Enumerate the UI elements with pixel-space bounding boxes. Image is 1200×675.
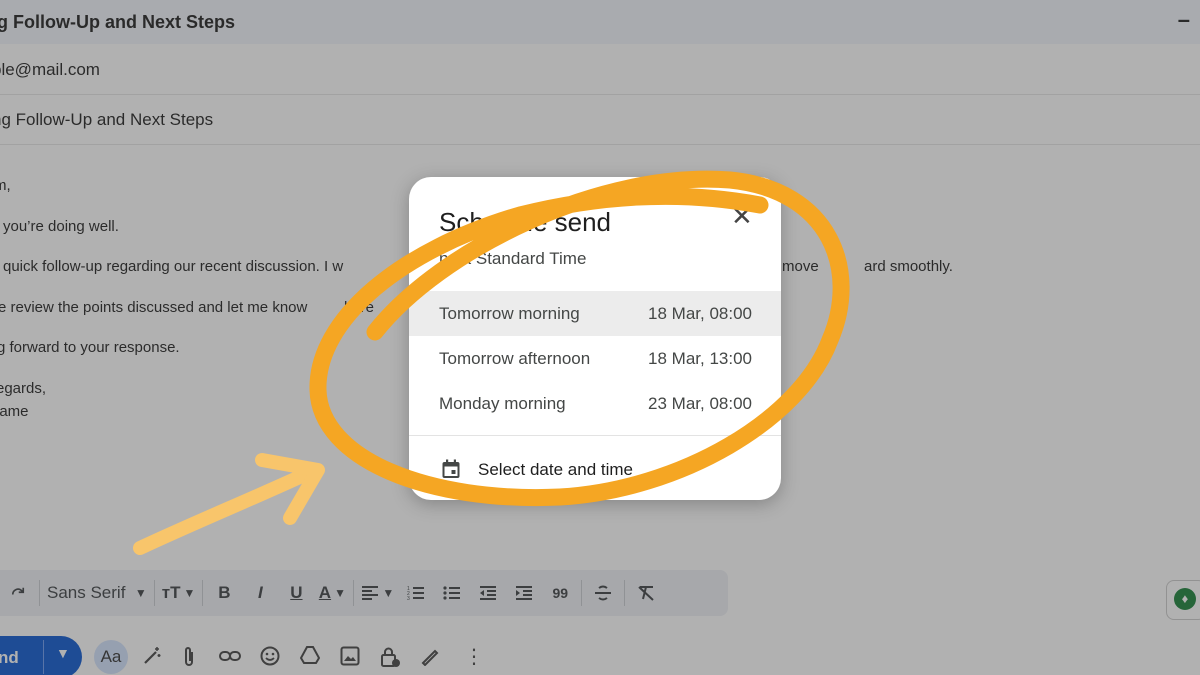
schedule-option-tomorrow-morning[interactable]: Tomorrow morning 18 Mar, 08:00 xyxy=(409,291,781,336)
schedule-option-monday-morning[interactable]: Monday morning 23 Mar, 08:00 xyxy=(409,381,781,426)
schedule-options-list: Tomorrow morning 18 Mar, 08:00 Tomorrow … xyxy=(409,291,781,426)
option-label: Tomorrow morning xyxy=(439,304,580,323)
select-date-time-button[interactable]: Select date and time xyxy=(409,447,781,491)
option-label: Tomorrow afternoon xyxy=(439,349,591,368)
option-label: Monday morning xyxy=(439,394,566,413)
timezone-label: ndia Standard Time xyxy=(439,249,587,268)
option-time: 18 Mar, 08:00 xyxy=(648,304,752,323)
option-time: 23 Mar, 08:00 xyxy=(648,394,752,413)
option-time: 18 Mar, 13:00 xyxy=(648,349,752,368)
schedule-option-tomorrow-afternoon[interactable]: Tomorrow afternoon 18 Mar, 13:00 xyxy=(409,336,781,381)
dialog-divider xyxy=(409,435,781,436)
dialog-title: Schedule send xyxy=(439,207,612,237)
schedule-send-dialog: Schedule send ✕ ndia Standard Time Tomor… xyxy=(409,177,781,500)
select-date-time-label: Select date and time xyxy=(478,460,633,479)
close-icon[interactable]: ✕ xyxy=(731,201,753,232)
calendar-icon xyxy=(442,459,460,478)
